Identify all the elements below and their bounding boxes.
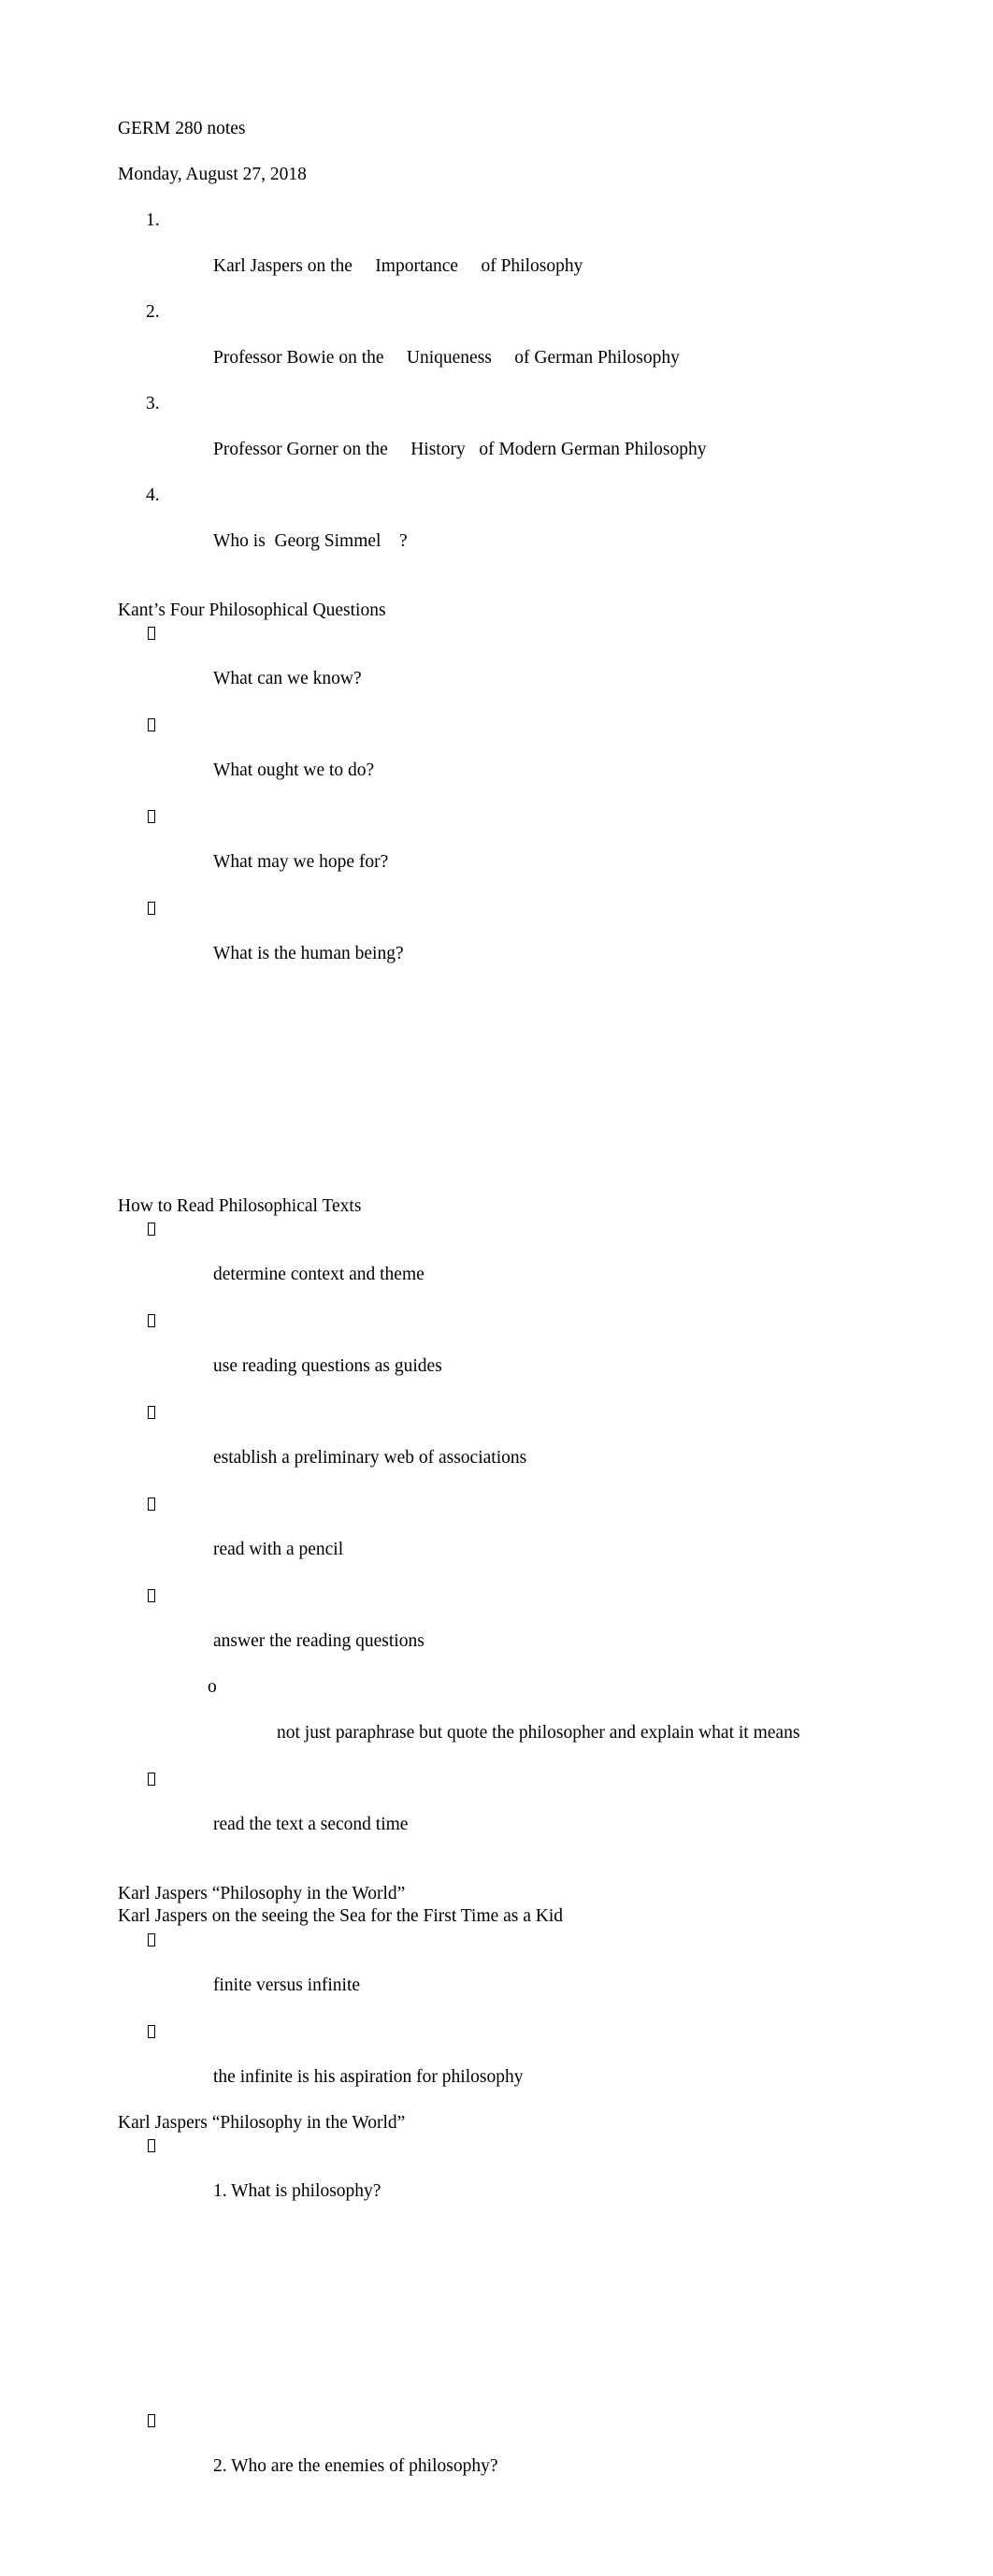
vertical-gap — [118, 2226, 875, 2364]
missing-glyph-bullet-icon — [148, 718, 155, 731]
document-body: GERM 280 notes Monday, August 27, 2018 1… — [118, 118, 875, 2576]
reading-sub-list: o not just paraphrase but quote the phil… — [118, 1676, 875, 1768]
list-item-label: Professor Bowie on the Uniqueness of Ger… — [213, 348, 680, 368]
reading-steps-list: determine context and theme use reading … — [118, 1218, 875, 1676]
list-item: 2. Professor Bowie on the Uniqueness of … — [118, 301, 875, 393]
list-item: establish a preliminary web of associati… — [118, 1401, 875, 1493]
list-item: What ought we to do? — [118, 714, 875, 805]
list-item: read with a pencil — [118, 1493, 875, 1585]
list-item: the infinite is his aspiration for philo… — [118, 2020, 875, 2112]
list-item-label: not just paraphrase but quote the philos… — [277, 1723, 800, 1743]
missing-glyph-bullet-icon — [148, 2414, 155, 2427]
list-item: 1. What is philosophy? — [118, 2135, 875, 2226]
list-item: answer the reading questions — [118, 1585, 875, 1676]
list-marker: 3. — [146, 394, 160, 413]
vertical-gap — [118, 989, 875, 1126]
missing-glyph-bullet-icon — [148, 2024, 155, 2038]
list-item: finite versus infinite — [118, 1929, 875, 2020]
list-item-label: Who is Georg Simmel ? — [213, 531, 408, 551]
sub-bullet-marker: o — [208, 1677, 217, 1697]
agenda-list: 1. Karl Jaspers on the Importance of Phi… — [118, 210, 875, 576]
list-item-label: finite versus infinite — [213, 1975, 361, 1995]
list-item: use reading questions as guides — [118, 1310, 875, 1401]
jaspers-heading-3: Karl Jaspers “Philosophy in the World” — [118, 2112, 406, 2133]
list-item-label: read with a pencil — [213, 1540, 344, 1559]
document-title: GERM 280 notes — [118, 119, 246, 138]
document-page: GERM 280 notes Monday, August 27, 2018 1… — [0, 0, 993, 2476]
vertical-gap — [118, 2501, 875, 2576]
reading-steps-list-continued: read the text a second time — [118, 1768, 875, 1860]
jaspers-bullet-list: finite versus infinite the infinite is h… — [118, 1929, 875, 2112]
list-item: read the text a second time — [118, 1768, 875, 1860]
missing-glyph-bullet-icon — [148, 810, 155, 823]
list-marker: 4. — [146, 485, 160, 505]
missing-glyph-bullet-icon — [148, 1773, 155, 1786]
missing-glyph-bullet-icon — [148, 1932, 155, 1946]
list-item-label: 2. Who are the enemies of philosophy? — [213, 2456, 498, 2476]
document-date: Monday, August 27, 2018 — [118, 165, 307, 184]
missing-glyph-bullet-icon — [148, 627, 155, 640]
missing-glyph-bullet-icon — [148, 2139, 155, 2152]
list-marker: 1. — [146, 210, 160, 230]
list-item: 4. Who is Georg Simmel ? — [118, 485, 875, 576]
list-marker: 2. — [146, 302, 160, 322]
list-item-label: the infinite is his aspiration for philo… — [213, 2066, 524, 2087]
list-item: 3. Professor Gorner on the History of Mo… — [118, 393, 875, 485]
list-item-label: What ought we to do? — [213, 760, 375, 780]
missing-glyph-bullet-icon — [148, 1314, 155, 1327]
missing-glyph-bullet-icon — [148, 1589, 155, 1602]
list-item-label: establish a preliminary web of associati… — [213, 1448, 527, 1468]
list-item-label: What can we know? — [213, 669, 362, 688]
list-item-label: What is the human being? — [213, 944, 404, 963]
list-item: 2. Who are the enemies of philosophy? — [118, 2410, 875, 2501]
kant-question-list: What can we know? What ought we to do? W… — [118, 622, 875, 989]
list-item-label: 1. What is philosophy? — [213, 2181, 381, 2201]
list-item: What is the human being? — [118, 897, 875, 989]
list-item-label: Professor Gorner on the History of Moder… — [213, 440, 707, 459]
kant-heading: Kant’s Four Philosophical Questions — [118, 600, 386, 620]
reading-heading: How to Read Philosophical Texts — [118, 1195, 362, 1216]
list-item: o not just paraphrase but quote the phil… — [118, 1676, 875, 1768]
list-item-label: answer the reading questions — [213, 1631, 425, 1651]
list-item: 1. Karl Jaspers on the Importance of Phi… — [118, 210, 875, 301]
list-item: determine context and theme — [118, 1218, 875, 1310]
jaspers-question-2-list: 2. Who are the enemies of philosophy? — [118, 2410, 875, 2501]
list-item-label: What may we hope for? — [213, 852, 389, 872]
list-item-label: use reading questions as guides — [213, 1356, 442, 1376]
list-item-label: Karl Jaspers on the Importance of Philos… — [213, 256, 583, 276]
list-item: What may we hope for? — [118, 805, 875, 897]
missing-glyph-bullet-icon — [148, 902, 155, 915]
missing-glyph-bullet-icon — [148, 1223, 155, 1236]
jaspers-heading-2: Karl Jaspers on the seeing the Sea for t… — [118, 1906, 564, 1926]
missing-glyph-bullet-icon — [148, 1406, 155, 1419]
missing-glyph-bullet-icon — [148, 1498, 155, 1511]
jaspers-heading-1: Karl Jaspers “Philosophy in the World” — [118, 1883, 406, 1903]
list-item-label: determine context and theme — [213, 1265, 425, 1284]
list-item-label: read the text a second time — [213, 1815, 409, 1834]
list-item: What can we know? — [118, 622, 875, 714]
jaspers-question-1-list: 1. What is philosophy? — [118, 2135, 875, 2226]
